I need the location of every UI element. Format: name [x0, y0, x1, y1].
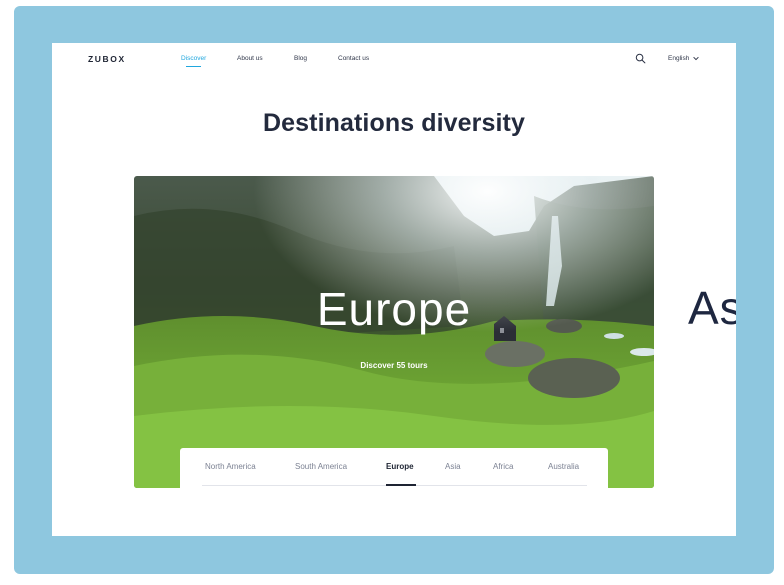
- tab-asia[interactable]: Asia: [445, 462, 461, 471]
- chevron-down-icon[interactable]: [693, 56, 699, 61]
- tab-south-america[interactable]: South America: [295, 462, 347, 471]
- tab-europe[interactable]: Europe: [386, 462, 414, 471]
- nav-link-blog[interactable]: Blog: [294, 55, 307, 62]
- carousel-next-destination[interactable]: As: [688, 285, 736, 331]
- region-tabs: North America South America Europe Asia …: [180, 448, 608, 488]
- tab-north-america[interactable]: North America: [205, 462, 256, 471]
- brand-logo[interactable]: ZUBOX: [88, 54, 126, 64]
- destination-title: Europe: [316, 283, 472, 335]
- tab-australia[interactable]: Australia: [548, 462, 579, 471]
- top-navigation: ZUBOX Discover About us Blog Contact us …: [52, 43, 736, 77]
- destination-hero-card[interactable]: Europe Discover 55 tours: [134, 176, 654, 488]
- search-icon[interactable]: [635, 53, 646, 64]
- nav-link-about-us[interactable]: About us: [237, 55, 263, 62]
- active-tab-indicator: [386, 484, 416, 486]
- discover-tours-link[interactable]: Discover 55 tours: [134, 361, 654, 370]
- nav-link-discover[interactable]: Discover: [181, 55, 206, 62]
- nav-link-contact-us[interactable]: Contact us: [338, 55, 369, 62]
- website-page: ZUBOX Discover About us Blog Contact us …: [52, 43, 736, 536]
- section-title: Destinations diversity: [262, 109, 525, 137]
- nav-active-indicator: [186, 66, 201, 67]
- language-selector[interactable]: English: [668, 55, 689, 62]
- tab-africa[interactable]: Africa: [493, 462, 513, 471]
